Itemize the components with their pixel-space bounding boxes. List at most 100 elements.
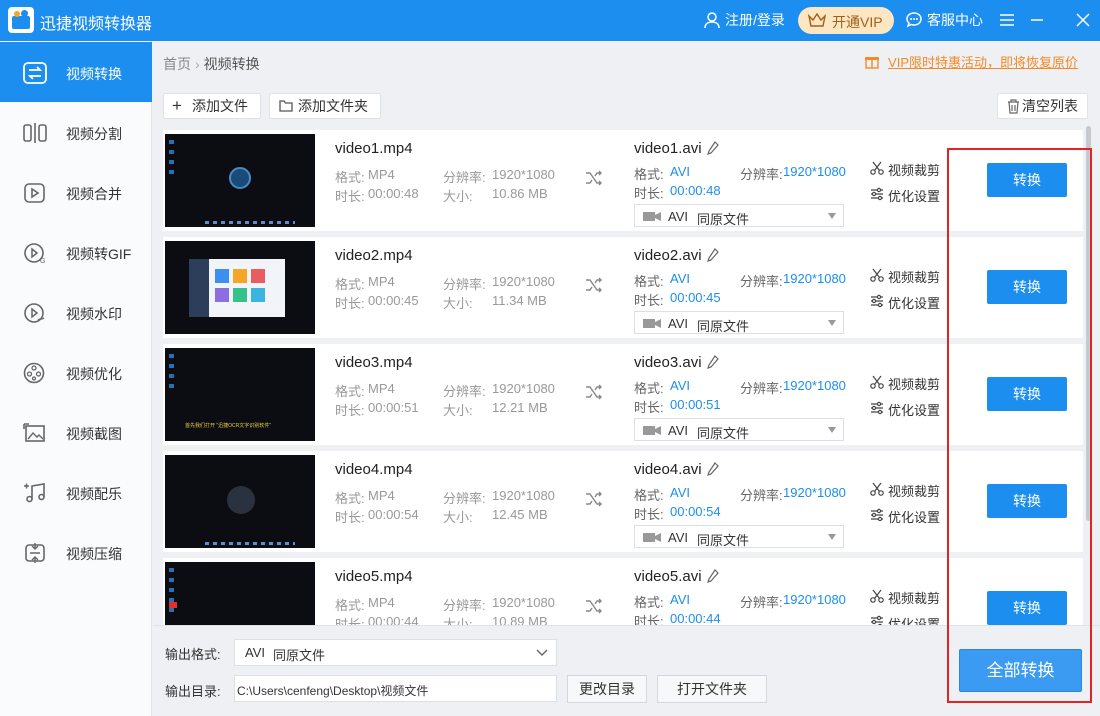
file-list: video1.mp4 格式: MP4 时长: 00:00:48 分辨率: 1920*1080… bbox=[163, 130, 1083, 662]
source-duration: 00:00:48 bbox=[368, 186, 419, 201]
sidebar-item-video-convert[interactable]: 视频转换 bbox=[0, 42, 152, 102]
format-label: 格式: bbox=[335, 277, 365, 292]
output-format: AVI bbox=[670, 378, 690, 393]
row-format-select[interactable]: AVI 同原文件 bbox=[634, 204, 844, 227]
vip-button[interactable]: 开通VIP bbox=[798, 7, 894, 34]
file-row: video1.mp4 格式: MP4 时长: 00:00:48 分辨率: 1920*1080… bbox=[163, 130, 1083, 231]
login-button[interactable]: 注册/登录 bbox=[703, 0, 791, 41]
convert-button[interactable]: 转换 bbox=[987, 377, 1067, 411]
file-row: video2.mp4 格式: MP4 时长: 00:00:45 分辨率: 1920*1080… bbox=[163, 237, 1083, 338]
output-dir-label: 输出目录: bbox=[165, 684, 221, 699]
convert-button[interactable]: 转换 bbox=[987, 484, 1067, 518]
add-file-label: 添加文件 bbox=[192, 98, 248, 114]
video-thumbnail[interactable] bbox=[165, 455, 315, 548]
close-icon[interactable] bbox=[1073, 10, 1093, 30]
duration-label: 时长: bbox=[335, 403, 365, 418]
video-thumbnail[interactable]: 首先我们打开 "迅捷OCR文字识别软件" bbox=[165, 348, 315, 441]
clear-list-button[interactable]: 清空列表 bbox=[997, 93, 1088, 119]
format-label: 格式: bbox=[634, 274, 664, 289]
output-resolution: 1920*1080 bbox=[783, 378, 846, 393]
resolution-label: 分辨率: bbox=[443, 170, 486, 185]
size-label: 大小: bbox=[443, 296, 473, 311]
sidebar-item-video-to-gif[interactable]: G 视频转GIF bbox=[0, 222, 152, 282]
minimize-icon[interactable] bbox=[1027, 10, 1047, 30]
sidebar-item-video-music[interactable]: 视频配乐 bbox=[0, 462, 152, 522]
open-folder-button[interactable]: 打开文件夹 bbox=[657, 675, 767, 703]
breadcrumb-home[interactable]: 首页 bbox=[163, 56, 191, 72]
sidebar-item-video-optimize[interactable]: 视频优化 bbox=[0, 342, 152, 402]
output-duration: 00:00:48 bbox=[670, 183, 721, 198]
source-format: MP4 bbox=[368, 274, 395, 289]
format-label: 格式: bbox=[335, 384, 365, 399]
menu-icon[interactable] bbox=[997, 10, 1017, 30]
edit-pencil-icon[interactable] bbox=[707, 355, 719, 369]
sliders-icon bbox=[871, 508, 883, 522]
sidebar-label: 视频水印 bbox=[66, 306, 122, 322]
sidebar-label: 视频压缩 bbox=[66, 546, 122, 562]
sidebar-item-video-watermark[interactable]: 视频水印 bbox=[0, 282, 152, 342]
row-format-value: AVI bbox=[668, 316, 688, 331]
source-resolution: 1920*1080 bbox=[492, 167, 555, 182]
edit-pencil-icon[interactable] bbox=[707, 569, 719, 583]
row-quality-value: 同原文件 bbox=[697, 426, 750, 441]
vip-label: 开通VIP bbox=[832, 14, 883, 30]
source-size: 10.86 MB bbox=[492, 186, 548, 201]
video-crop-label: 视频裁剪 bbox=[888, 484, 941, 499]
sidebar-item-video-screenshot[interactable]: 视频截图 bbox=[0, 402, 152, 462]
breadcrumb: 首页 › 视频转换 bbox=[163, 56, 260, 72]
promo-link[interactable]: VIP限时特惠活动，即将恢复原价 bbox=[865, 52, 1078, 71]
dropdown-caret-icon bbox=[828, 213, 836, 219]
source-resolution: 1920*1080 bbox=[492, 488, 555, 503]
convert-button[interactable]: 转换 bbox=[987, 163, 1067, 197]
video-crop-label: 视频裁剪 bbox=[888, 163, 941, 178]
sidebar-item-video-split[interactable]: 视频分割 bbox=[0, 102, 152, 162]
duration-label: 时长: bbox=[634, 507, 664, 522]
resolution-label: 分辨率: bbox=[740, 488, 783, 503]
scrollbar[interactable] bbox=[1086, 126, 1091, 521]
source-resolution: 1920*1080 bbox=[492, 595, 555, 610]
video-thumbnail[interactable] bbox=[165, 241, 315, 334]
scissors-icon bbox=[870, 375, 884, 389]
film-reel-icon bbox=[23, 362, 45, 384]
source-format: MP4 bbox=[368, 488, 395, 503]
output-format-value: AVI bbox=[245, 645, 265, 660]
sidebar-item-video-compress[interactable]: 视频压缩 bbox=[0, 522, 152, 582]
edit-pencil-icon[interactable] bbox=[707, 248, 719, 262]
video-crop-label: 视频裁剪 bbox=[888, 591, 941, 606]
convert-button[interactable]: 转换 bbox=[987, 270, 1067, 304]
row-format-select[interactable]: AVI 同原文件 bbox=[634, 525, 844, 548]
add-folder-button[interactable]: 添加文件夹 bbox=[269, 93, 381, 119]
output-resolution: 1920*1080 bbox=[783, 592, 846, 607]
scissors-icon bbox=[870, 268, 884, 282]
size-label: 大小: bbox=[443, 189, 473, 204]
trash-icon bbox=[1008, 99, 1019, 114]
video-thumbnail[interactable] bbox=[165, 134, 315, 227]
source-resolution: 1920*1080 bbox=[492, 274, 555, 289]
sidebar-item-video-merge[interactable]: 视频合并 bbox=[0, 162, 152, 222]
duration-label: 时长: bbox=[634, 400, 664, 415]
size-label: 大小: bbox=[443, 510, 473, 525]
convert-button[interactable]: 转换 bbox=[987, 591, 1067, 625]
duration-label: 时长: bbox=[335, 189, 365, 204]
sliders-icon bbox=[871, 187, 883, 201]
login-label: 注册/登录 bbox=[725, 12, 785, 28]
row-format-select[interactable]: AVI 同原文件 bbox=[634, 418, 844, 441]
video-crop-label: 视频裁剪 bbox=[888, 377, 941, 392]
change-dir-button[interactable]: 更改目录 bbox=[567, 675, 647, 703]
resolution-label: 分辨率: bbox=[740, 381, 783, 396]
dropdown-caret-icon bbox=[828, 427, 836, 433]
output-format-select[interactable]: AVI 同原文件 bbox=[234, 639, 557, 666]
sidebar: 视频转换 视频分割 视频合并 G 视频转GIF 视频水印 视频优化 视频截图 视… bbox=[0, 41, 152, 716]
edit-pencil-icon[interactable] bbox=[707, 141, 719, 155]
customer-service-button[interactable]: 客服中心 bbox=[905, 0, 990, 41]
video-camera-icon bbox=[643, 426, 661, 435]
add-file-button[interactable]: + 添加文件 bbox=[163, 93, 261, 119]
row-format-select[interactable]: AVI 同原文件 bbox=[634, 311, 844, 334]
output-filename: video1.avi bbox=[634, 140, 702, 157]
watermark-icon bbox=[24, 303, 45, 323]
row-format-value: AVI bbox=[668, 530, 688, 545]
output-filename: video2.avi bbox=[634, 247, 702, 264]
convert-all-button[interactable]: 全部转换 bbox=[959, 649, 1082, 692]
edit-pencil-icon[interactable] bbox=[707, 462, 719, 476]
output-dir-field[interactable]: C:\Users\cenfeng\Desktop\视频文件 bbox=[234, 675, 557, 702]
